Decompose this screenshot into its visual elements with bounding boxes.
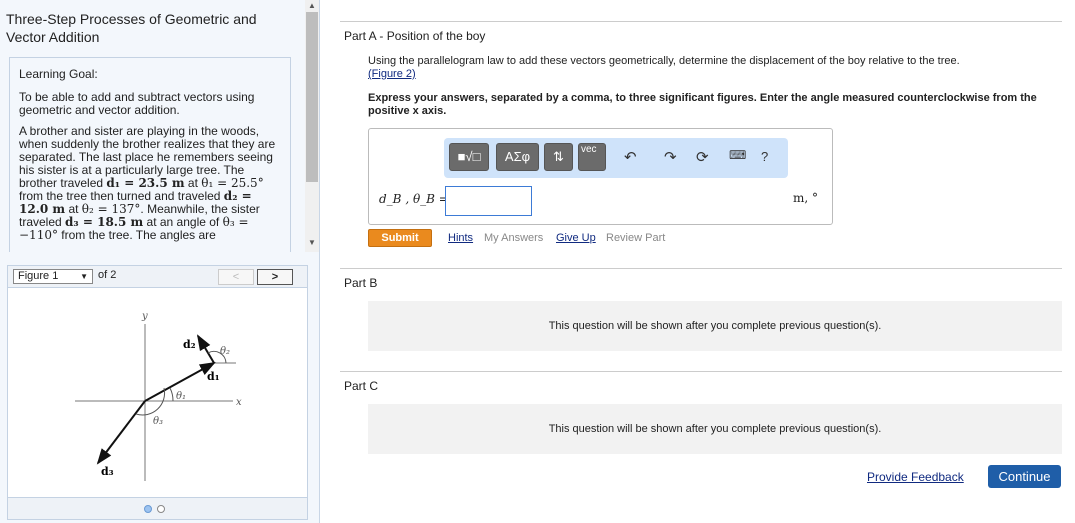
- problem-title: Three-Step Processes of Geometric and Ve…: [6, 11, 257, 45]
- math-d1: d₁ = 23.5 m: [106, 176, 185, 190]
- scrollbar[interactable]: ▲ ▼: [305, 0, 319, 252]
- part-b-title: Part B: [344, 276, 378, 290]
- divider: [340, 268, 1062, 269]
- submit-button[interactable]: Submit: [368, 229, 432, 247]
- theta1-label: θ₁: [176, 391, 186, 402]
- figure-select[interactable]: Figure 1 ▼: [13, 269, 93, 284]
- instruction-text: Using the parallelogram law to add these…: [368, 55, 960, 67]
- arrows-button[interactable]: ⇅: [544, 143, 573, 171]
- redo-icon[interactable]: ↷: [664, 148, 677, 166]
- figure-panel: Figure 1 ▼ of 2 < > y x d₁ d₂ d₃ θ₁ θ₂ θ…: [7, 265, 308, 520]
- theta3-label: θ₃: [153, 416, 163, 427]
- math-toolbar: ■√□ ΑΣφ ⇅ vec ↶ ↷ ⟳ ⌨ ?: [444, 138, 788, 178]
- page-dot-2[interactable]: [157, 505, 165, 513]
- theta2-label: θ₂: [220, 346, 230, 357]
- text: at an angle of: [143, 215, 223, 229]
- keyboard-icon[interactable]: ⌨: [729, 148, 746, 162]
- part-a-title: Part A - Position of the boy: [344, 29, 485, 43]
- prev-figure-button[interactable]: <: [218, 269, 254, 285]
- text: from the tree then turned and traveled: [19, 189, 224, 203]
- review-part-link[interactable]: Review Part: [606, 232, 665, 244]
- learning-goal-text: To be able to add and subtract vectors u…: [19, 90, 255, 117]
- math-t2: θ₂ = 137°: [81, 202, 141, 216]
- vector-d3: [96, 400, 146, 465]
- my-answers-link[interactable]: My Answers: [484, 232, 543, 244]
- left-panel: Three-Step Processes of Geometric and Ve…: [0, 0, 320, 523]
- problem-text: A brother and sister are playing in the …: [19, 125, 281, 242]
- answer-label: d_B , θ_B =: [379, 192, 449, 206]
- part-c-title: Part C: [344, 379, 379, 393]
- divider: [340, 371, 1062, 372]
- scroll-thumb[interactable]: [306, 12, 318, 182]
- hints-link[interactable]: Hints: [448, 232, 473, 244]
- part-a-instruction: Using the parallelogram law to add these…: [368, 55, 1058, 81]
- give-up-link[interactable]: Give Up: [556, 232, 596, 244]
- figure-select-value: Figure 1: [18, 270, 59, 282]
- dropdown-icon: ▼: [80, 272, 88, 281]
- d1-label: d₁: [207, 370, 220, 383]
- answer-box: ■√□ ΑΣφ ⇅ vec ↶ ↷ ⟳ ⌨ ? d_B , θ_B = m, °: [368, 128, 833, 225]
- greek-button[interactable]: ΑΣφ: [496, 143, 539, 171]
- math-t1: θ₁ = 25.5°: [201, 176, 264, 190]
- figure-2-link[interactable]: (Figure 2): [368, 68, 416, 80]
- provide-feedback-link[interactable]: Provide Feedback: [867, 470, 964, 484]
- answer-input[interactable]: [445, 186, 532, 216]
- part-b-locked-message: This question will be shown after you co…: [368, 301, 1062, 351]
- part-a-subtitle: - Position of the boy: [376, 29, 486, 43]
- part-c-locked-message: This question will be shown after you co…: [368, 404, 1062, 454]
- scroll-down-icon[interactable]: ▼: [308, 238, 316, 247]
- next-figure-button[interactable]: >: [257, 269, 293, 285]
- figure-count: of 2: [98, 269, 117, 281]
- templates-button[interactable]: ■√□: [449, 143, 489, 171]
- divider: [340, 21, 1062, 22]
- units-label: m, °: [793, 191, 819, 205]
- math-d3: d₃ = 18.5 m: [65, 215, 144, 229]
- d2-label: d₂: [183, 338, 196, 351]
- y-label: y: [141, 311, 148, 322]
- undo-icon[interactable]: ↶: [624, 148, 637, 166]
- text: from the tree. The angles are: [57, 228, 216, 242]
- d3-label: d₃: [101, 465, 114, 478]
- text: at: [65, 202, 82, 216]
- learning-goal-heading: Learning Goal:: [19, 67, 98, 81]
- continue-button[interactable]: Continue: [988, 465, 1061, 488]
- text: at: [184, 176, 202, 190]
- vector-d2: [196, 334, 215, 364]
- vec-button[interactable]: vec: [578, 143, 606, 171]
- page-dot-1[interactable]: [144, 505, 152, 513]
- reset-icon[interactable]: ⟳: [696, 148, 709, 166]
- learning-goal-box: Learning Goal: To be able to add and sub…: [9, 57, 291, 252]
- figure-header: Figure 1 ▼ of 2 < >: [8, 266, 307, 288]
- scroll-up-icon[interactable]: ▲: [308, 1, 316, 10]
- express-instruction: Express your answers, separated by a com…: [368, 92, 1037, 117]
- figure-pager: [8, 497, 307, 519]
- x-label: x: [236, 397, 242, 408]
- part-a-label: Part A: [344, 29, 377, 43]
- help-button[interactable]: ?: [761, 149, 768, 164]
- vector-diagram: y x d₁ d₂ d₃ θ₁ θ₂ θ₃: [75, 311, 242, 481]
